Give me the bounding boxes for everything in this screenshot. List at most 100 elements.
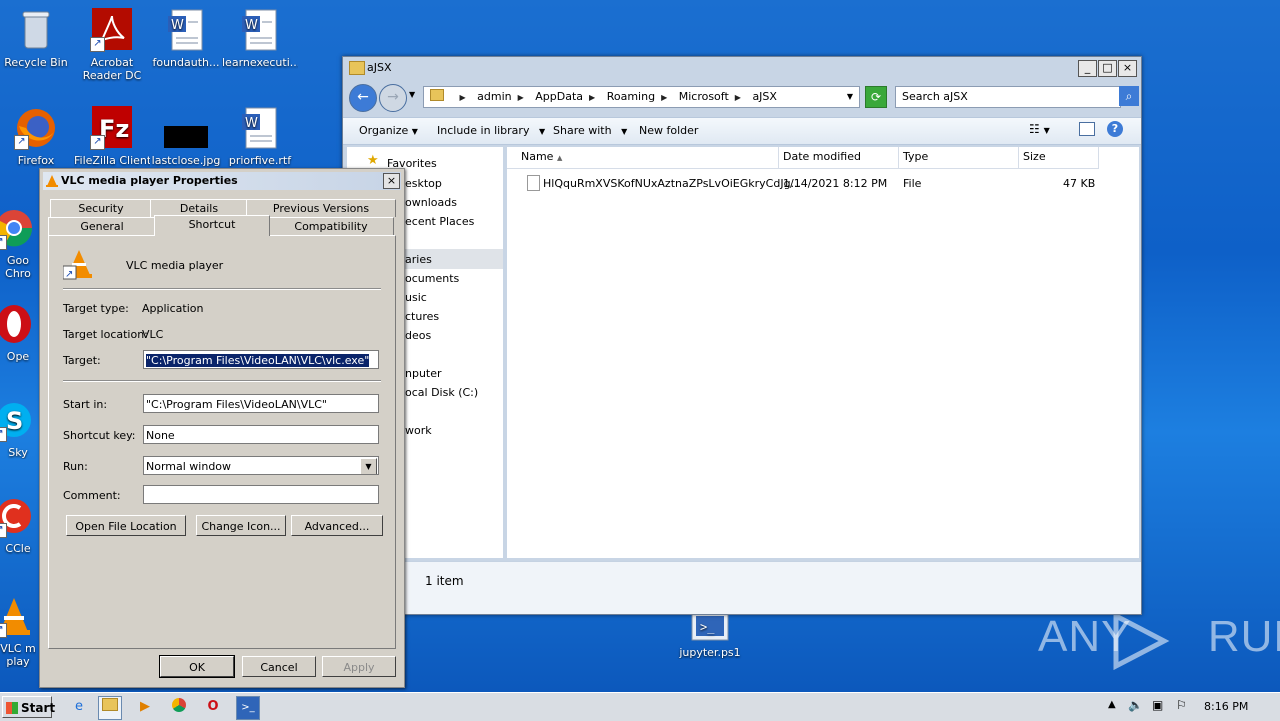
- search-button[interactable]: ⌕: [1119, 86, 1139, 106]
- dialog-titlebar[interactable]: VLC media player Properties ×: [43, 172, 401, 190]
- column-header-name[interactable]: Name ▲: [507, 147, 779, 169]
- run-select[interactable]: Normal window ▼: [143, 456, 379, 475]
- desktop-icon-foundauth[interactable]: W foundauth...: [148, 8, 224, 69]
- history-dropdown-icon[interactable]: ▼: [409, 90, 415, 99]
- shortcut-key-input[interactable]: None: [143, 425, 379, 444]
- column-header-size[interactable]: Size: [1019, 147, 1099, 169]
- address-dropdown-icon[interactable]: ▼: [847, 87, 853, 107]
- desktop-icon-firefox[interactable]: ↗ Firefox: [0, 106, 74, 167]
- nav-network[interactable]: work: [405, 424, 432, 437]
- tab-compatibility[interactable]: Compatibility: [268, 217, 394, 235]
- command-bar: Organize ▼ Include in library ▼ Share wi…: [343, 117, 1141, 145]
- explorer-taskbar-icon[interactable]: [98, 696, 122, 720]
- nav-recent-places[interactable]: ecent Places: [405, 215, 474, 228]
- chevron-down-icon[interactable]: ▼: [360, 458, 377, 474]
- explorer-window[interactable]: aJSX _ □ × ← → ▼ ▶ admin ▶ AppData ▶ Roami…: [342, 56, 1142, 615]
- nav-music[interactable]: usic: [405, 291, 427, 304]
- nav-pictures[interactable]: ctures: [405, 310, 439, 323]
- ok-button[interactable]: OK: [159, 655, 235, 678]
- ie-icon[interactable]: e: [68, 696, 90, 718]
- breadcrumb-microsoft[interactable]: Microsoft: [679, 87, 729, 107]
- word-doc-icon: W: [238, 106, 282, 150]
- desktop-icon-opera[interactable]: Ope: [0, 302, 36, 363]
- start-button[interactable]: Start: [2, 696, 55, 718]
- desktop-icon-skype[interactable]: S ↗ Sky: [0, 398, 36, 459]
- target-input[interactable]: "C:\Program Files\VideoLAN\VLC\vlc.exe": [143, 350, 379, 369]
- nav-libraries[interactable]: aries: [405, 253, 432, 266]
- chrome-taskbar-icon[interactable]: [168, 696, 190, 718]
- opera-taskbar-icon[interactable]: O: [202, 696, 224, 718]
- new-folder-button[interactable]: New folder: [639, 124, 698, 137]
- close-button[interactable]: ×: [1118, 60, 1137, 77]
- address-bar[interactable]: ▶ admin ▶ AppData ▶ Roaming ▶ Microsoft ▶ aJ…: [423, 86, 860, 108]
- nav-desktop[interactable]: esktop: [405, 177, 442, 190]
- nav-videos[interactable]: deos: [405, 329, 431, 342]
- breadcrumb-appdata[interactable]: AppData: [535, 87, 583, 107]
- start-in-input[interactable]: "C:\Program Files\VideoLAN\VLC": [143, 394, 379, 413]
- view-options-icon[interactable]: ☷ ▼: [1029, 122, 1050, 136]
- desktop-icon-priorfive[interactable]: W priorfive.rtf: [222, 106, 298, 167]
- file-row[interactable]: HlQquRmXVSKofNUxAztnaZPsLvOiEGkryCdJg...…: [507, 175, 1139, 195]
- change-icon-button[interactable]: Change Icon...: [196, 515, 286, 536]
- explorer-titlebar[interactable]: aJSX _ □ ×: [343, 57, 1141, 79]
- nav-downloads[interactable]: ownloads: [405, 196, 457, 209]
- target-location-label: Target location:: [63, 328, 148, 341]
- word-doc-icon: W: [238, 8, 282, 52]
- clock[interactable]: 8:16 PM: [1204, 700, 1248, 713]
- folder-icon: [349, 61, 365, 75]
- tab-security[interactable]: Security: [50, 199, 152, 217]
- desktop-icon-ccleaner[interactable]: ↗ CCle: [0, 494, 36, 555]
- help-icon[interactable]: ?: [1107, 121, 1123, 137]
- action-center-flag-icon[interactable]: ⚐: [1176, 698, 1187, 712]
- advanced-button[interactable]: Advanced...: [291, 515, 383, 536]
- maximize-button[interactable]: □: [1098, 60, 1117, 77]
- desktop-icon-chrome[interactable]: ↗ Goo Chro: [0, 206, 36, 280]
- show-hidden-icons-icon[interactable]: ▲: [1108, 699, 1116, 710]
- powershell-taskbar-icon[interactable]: >_: [236, 696, 260, 720]
- open-file-location-button[interactable]: Open File Location: [66, 515, 186, 536]
- desktop-icon-vlc[interactable]: ↗ VLC m play: [0, 594, 36, 668]
- column-header-type[interactable]: Type: [899, 147, 1019, 169]
- forward-button[interactable]: →: [379, 84, 407, 112]
- volume-icon[interactable]: 🔈: [1128, 698, 1143, 712]
- vlc-small-icon: [45, 174, 59, 194]
- column-header-date[interactable]: Date modified: [779, 147, 899, 169]
- navigation-bar: ← → ▼ ▶ admin ▶ AppData ▶ Roaming ▶ Microso…: [347, 84, 1139, 112]
- breadcrumb-roaming[interactable]: Roaming: [607, 87, 655, 107]
- breadcrumb-admin[interactable]: admin: [477, 87, 511, 107]
- favorites-star-icon: ★: [367, 153, 379, 168]
- organize-menu[interactable]: Organize ▼: [359, 124, 418, 137]
- minimize-button[interactable]: _: [1078, 60, 1097, 77]
- opera-icon: [0, 302, 36, 346]
- file-type: File: [903, 177, 922, 190]
- tab-shortcut[interactable]: Shortcut: [154, 215, 270, 236]
- target-type-value: Application: [142, 302, 204, 315]
- refresh-button[interactable]: ⟳: [865, 86, 887, 108]
- comment-input[interactable]: [143, 485, 379, 504]
- dialog-close-button[interactable]: ×: [383, 173, 400, 189]
- tab-general[interactable]: General: [48, 217, 156, 235]
- apply-button[interactable]: Apply: [322, 656, 396, 677]
- breadcrumb-ajsx[interactable]: aJSX: [752, 87, 777, 107]
- preview-pane-icon[interactable]: [1079, 122, 1095, 136]
- share-with-menu[interactable]: Share with ▼: [553, 124, 627, 137]
- back-button[interactable]: ←: [349, 84, 377, 112]
- desktop-icon-filezilla[interactable]: Fz ↗ FileZilla Client: [74, 106, 150, 167]
- media-player-icon[interactable]: ▶: [134, 696, 156, 718]
- desktop-icon-recycle-bin[interactable]: Recycle Bin: [0, 8, 74, 69]
- desktop-icon-learnexecuti[interactable]: W learnexecuti...: [222, 8, 298, 69]
- folder-icon: [430, 89, 444, 101]
- desktop-icon-acrobat[interactable]: ↗ Acrobat Reader DC: [74, 8, 150, 82]
- nav-documents[interactable]: ocuments: [405, 272, 459, 285]
- desktop-icon-jupyter[interactable]: >_ jupyter.ps1: [672, 610, 748, 659]
- properties-dialog[interactable]: VLC media player Properties × Security D…: [39, 168, 405, 688]
- nav-local-disk[interactable]: ocal Disk (C:): [405, 386, 478, 399]
- include-library-menu[interactable]: Include in library ▼: [437, 124, 545, 137]
- desktop-icon-lastclose[interactable]: lastclose.jpg: [148, 106, 224, 167]
- search-input[interactable]: Search aJSX: [895, 86, 1121, 108]
- network-icon[interactable]: ▣: [1152, 698, 1163, 712]
- recycle-bin-icon: [14, 8, 58, 52]
- nav-computer[interactable]: nputer: [405, 367, 442, 380]
- cancel-button[interactable]: Cancel: [242, 656, 316, 677]
- shortcut-panel: ↗ VLC media player Target type: Applicat…: [48, 235, 396, 649]
